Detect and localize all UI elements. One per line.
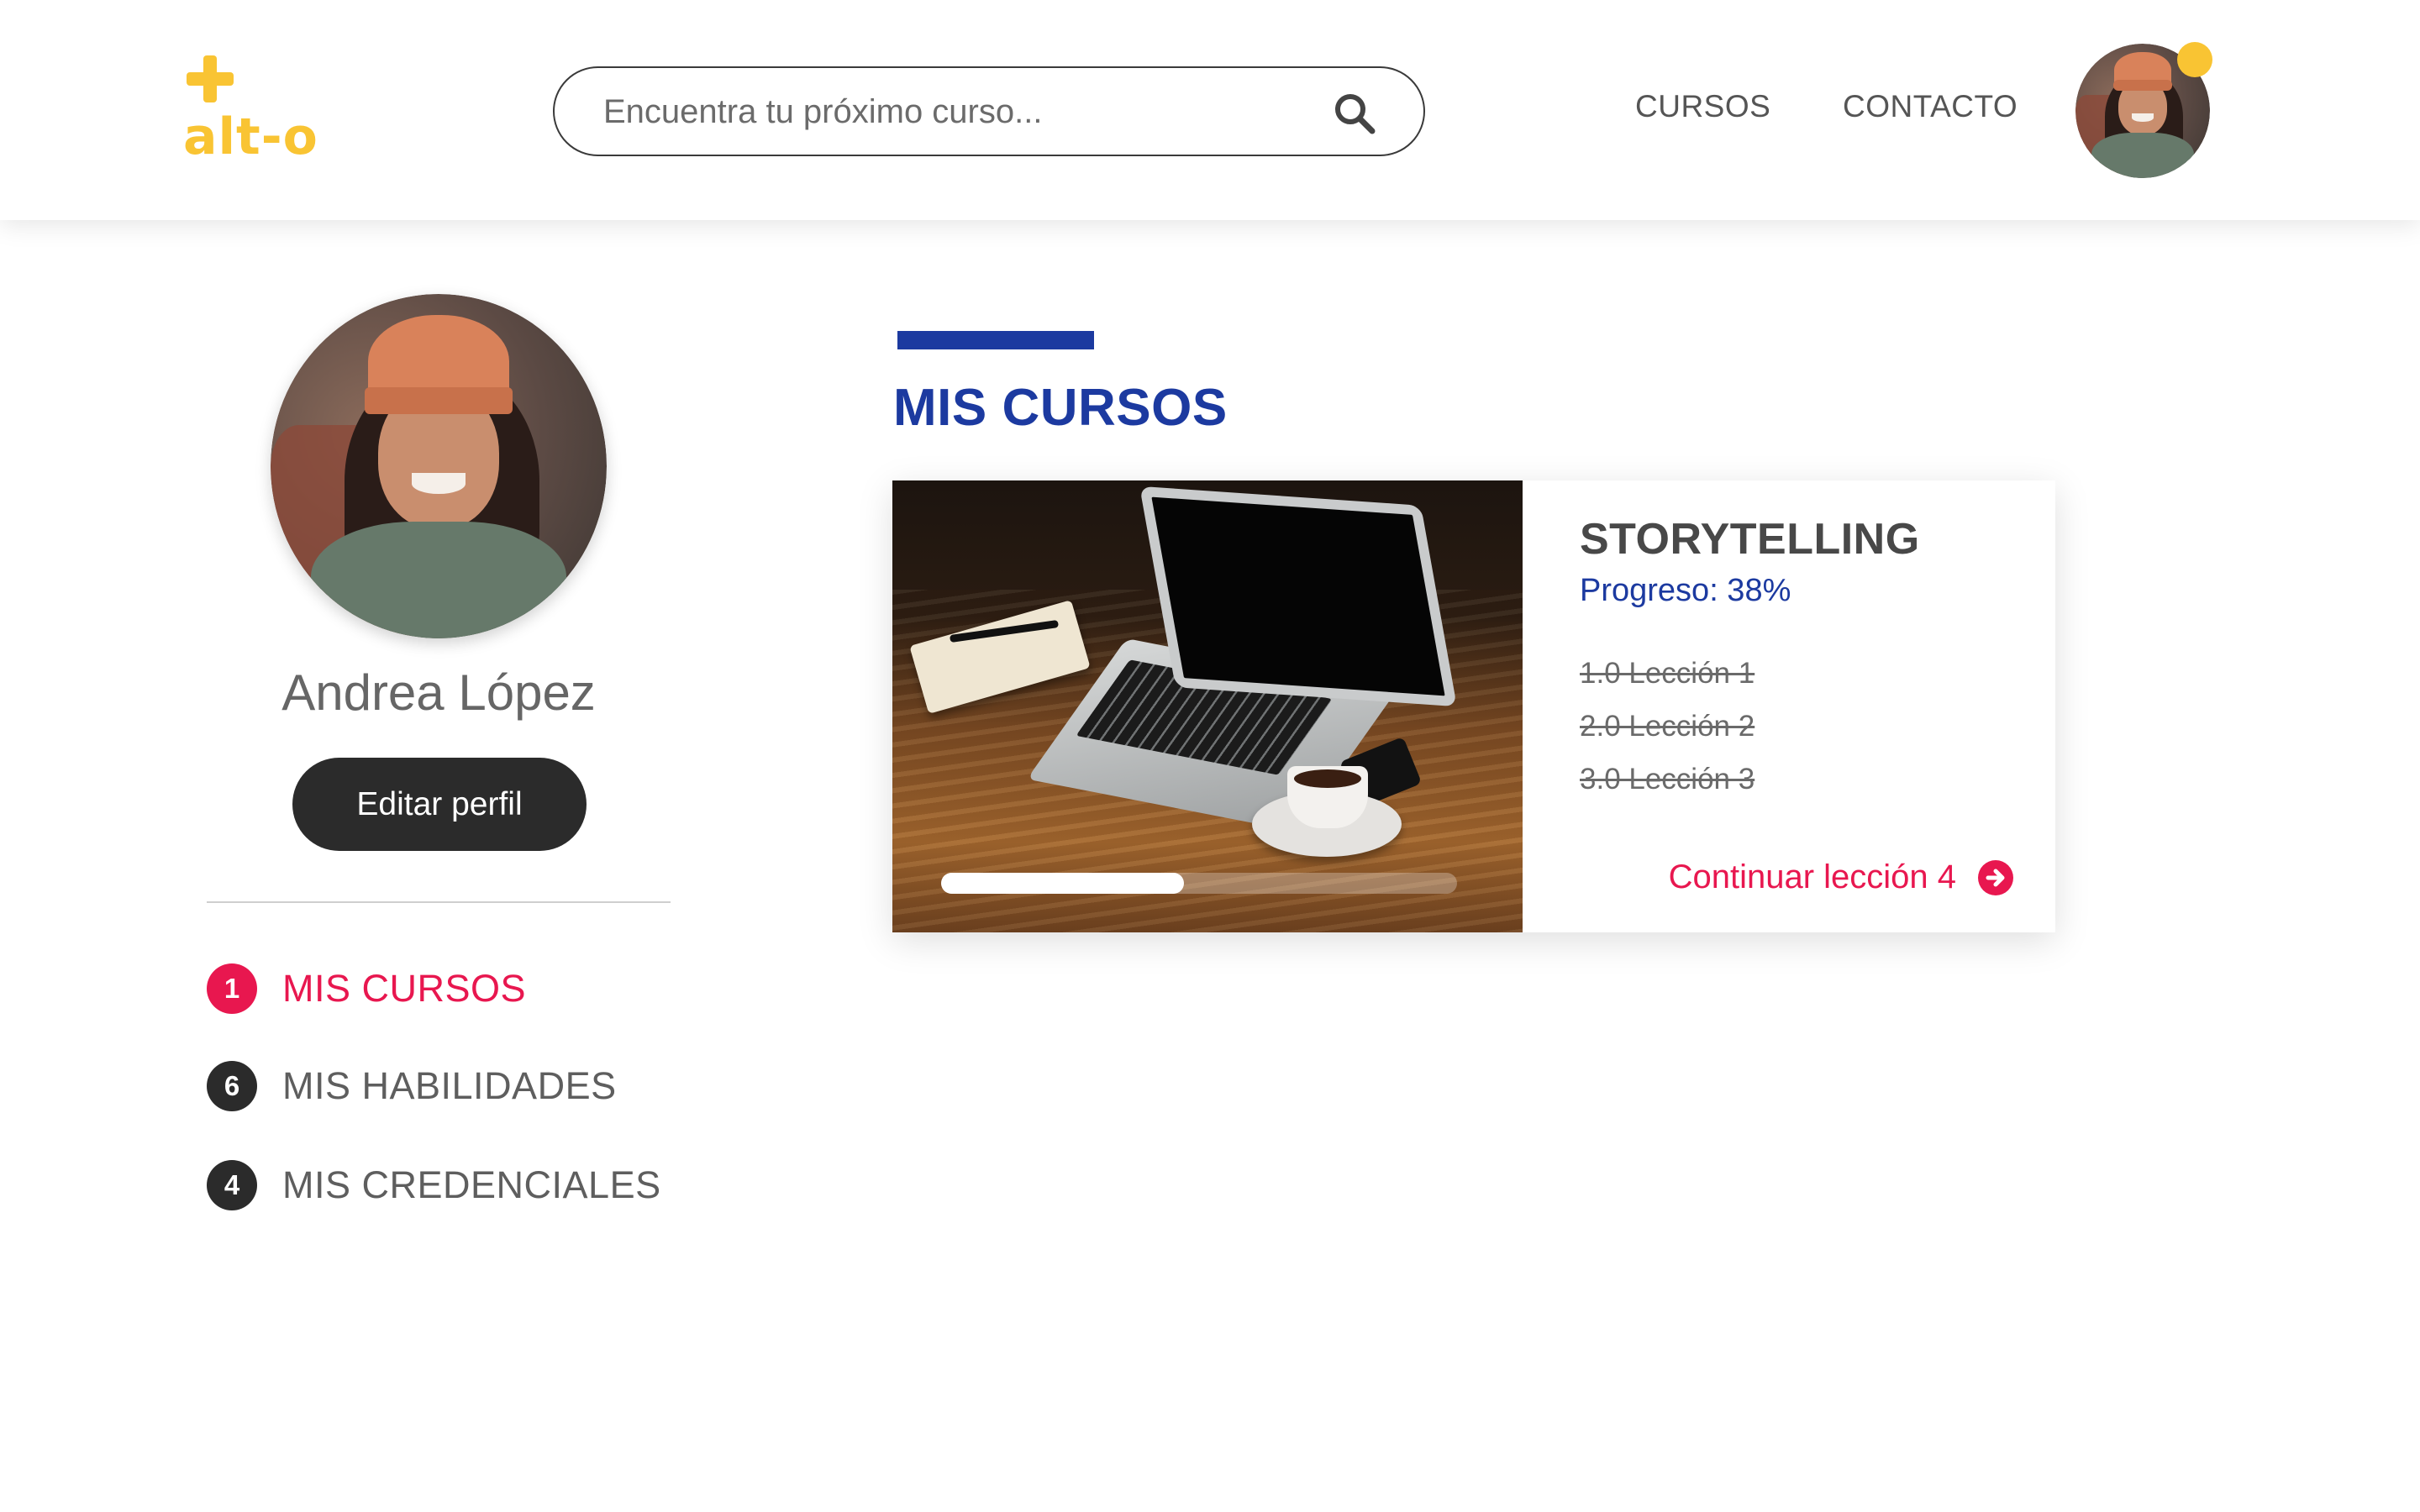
alt-o-logo[interactable]: alt-o xyxy=(183,55,321,168)
sidebar-divider xyxy=(207,901,671,903)
continue-lesson-label: Continuar lección 4 xyxy=(1668,858,1956,895)
course-progress-text: Progreso: 38% xyxy=(1580,573,1791,608)
search-icon[interactable] xyxy=(1333,92,1376,135)
sidebar-item-label: MIS CREDENCIALES xyxy=(282,1163,661,1206)
nav-link-cursos[interactable]: CURSOS xyxy=(1635,89,1770,124)
completed-lesson[interactable]: 2.0 Lección 2 xyxy=(1580,710,1754,743)
count-badge: 4 xyxy=(207,1160,257,1210)
course-progress-bar xyxy=(941,873,1457,894)
count-badge: 1 xyxy=(207,963,257,1014)
profile-name: Andrea López xyxy=(281,664,596,721)
plus-icon xyxy=(187,55,234,102)
sidebar-item-mis-habilidades[interactable]: 6 MIS HABILIDADES xyxy=(207,1060,617,1112)
continue-lesson-link[interactable]: Continuar lección 4 xyxy=(1669,858,2013,896)
search-input[interactable] xyxy=(603,87,1326,137)
sidebar-item-mis-credenciales[interactable]: 4 MIS CREDENCIALES xyxy=(207,1159,661,1211)
course-progress-fill xyxy=(941,873,1184,894)
sidebar-item-mis-cursos[interactable]: 1 MIS CURSOS xyxy=(207,963,526,1015)
section-accent-bar xyxy=(897,331,1094,349)
notification-dot[interactable] xyxy=(2177,42,2212,77)
nav-link-contacto[interactable]: CONTACTO xyxy=(1843,89,2018,124)
completed-lesson[interactable]: 1.0 Lección 1 xyxy=(1580,657,1754,690)
count-badge: 6 xyxy=(207,1061,257,1111)
sidebar-item-label: MIS HABILIDADES xyxy=(282,1064,617,1107)
arrow-circle-right-icon xyxy=(1978,859,2013,895)
logo-text: alt-o xyxy=(183,108,318,166)
course-image xyxy=(892,480,1523,932)
edit-profile-button[interactable]: Editar perfil xyxy=(292,758,587,851)
course-info: STORYTELLING Progreso: 38% 1.0 Lección 1… xyxy=(1523,480,2055,932)
top-header: alt-o CURSOS CONTACTO xyxy=(0,0,2420,220)
course-title: STORYTELLING xyxy=(1580,515,1920,564)
completed-lesson[interactable]: 3.0 Lección 3 xyxy=(1580,763,1754,796)
profile-avatar xyxy=(271,294,607,638)
course-card[interactable]: STORYTELLING Progreso: 38% 1.0 Lección 1… xyxy=(892,480,2055,932)
section-title: MIS CURSOS xyxy=(893,379,1228,437)
search-bar xyxy=(553,66,1425,156)
profile-portrait xyxy=(271,294,607,638)
sidebar-item-label: MIS CURSOS xyxy=(282,967,527,1010)
